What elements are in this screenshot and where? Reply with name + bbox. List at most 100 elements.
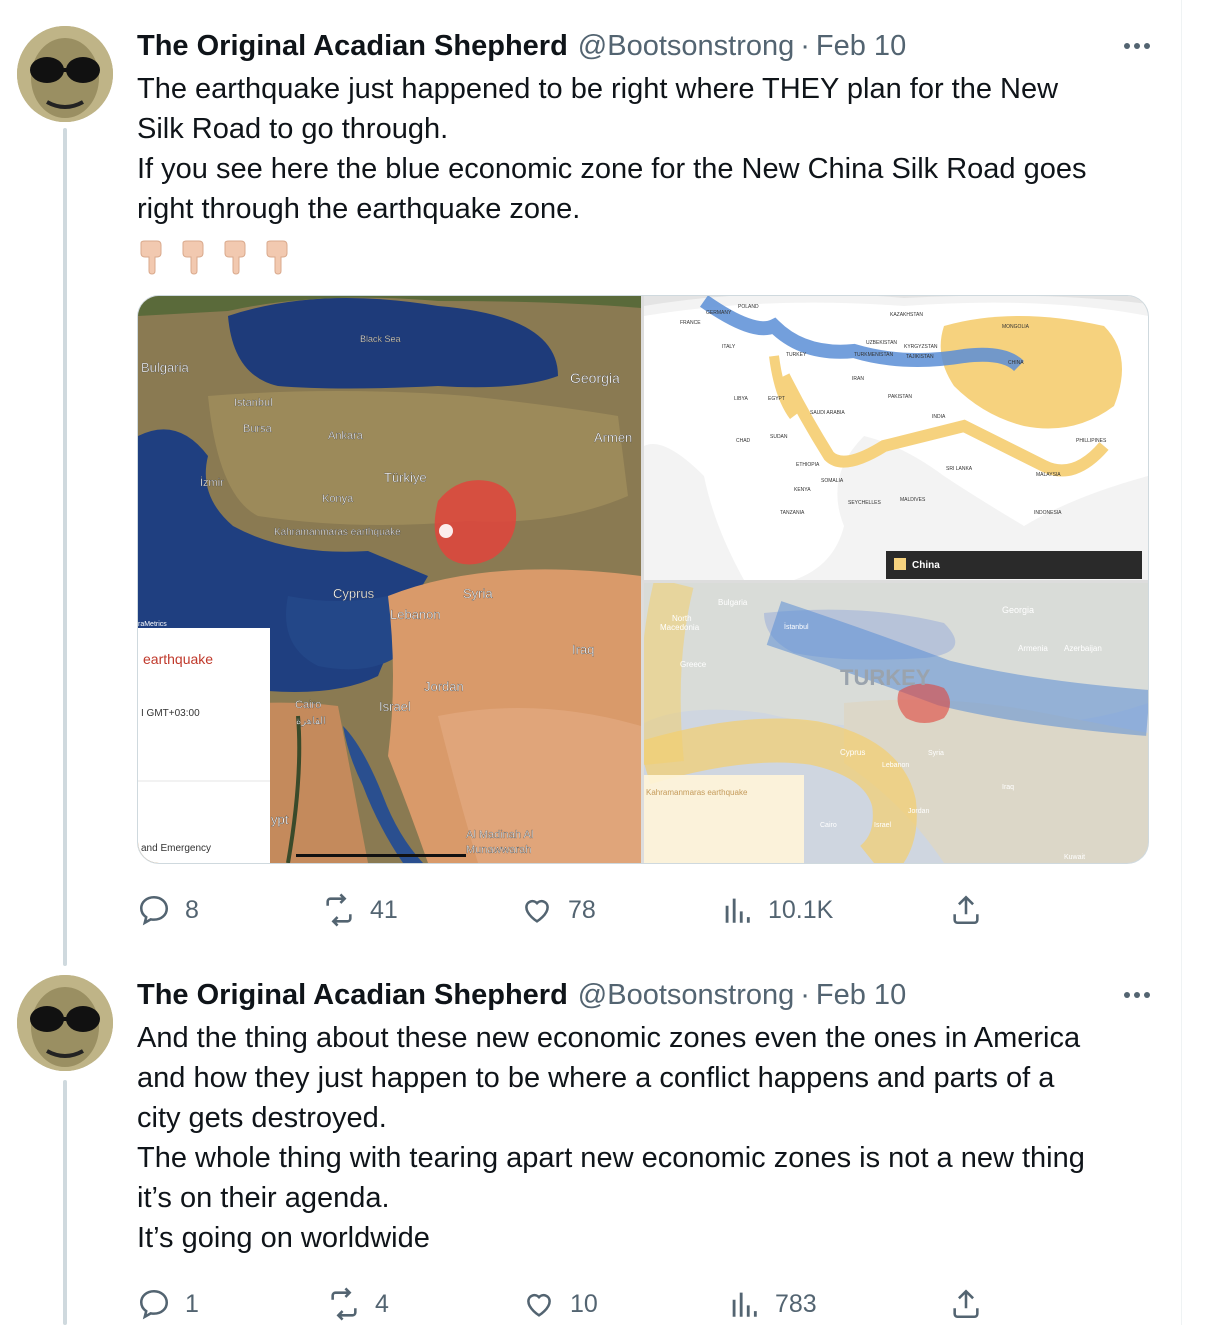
map-label: EGYPT	[768, 396, 785, 402]
avatar-image	[17, 26, 113, 122]
map-label: Israel	[874, 822, 892, 829]
map-label: Armenia	[1018, 644, 1048, 653]
tweet-text: The earthquake just happened to be right…	[137, 69, 1157, 229]
tweet-text-line: If you see here the blue economic zone f…	[137, 153, 1087, 185]
map-label: Syria	[463, 586, 493, 601]
tweet-text-line: right through the earthquake zone.	[137, 193, 581, 225]
map-label: Kahramanmaras earthquake	[646, 788, 748, 797]
retweet-button[interactable]: 4	[327, 1284, 389, 1324]
tweet-text-line: And the thing about these new economic z…	[137, 1022, 1081, 1054]
map-label: PHILLIPINES	[1076, 438, 1107, 444]
map-label: Konya	[322, 493, 354, 505]
tweet-date[interactable]: Feb 10	[816, 979, 906, 1012]
map-label: Bulgaria	[141, 360, 189, 375]
tweet-text-line: Silk Road to go through.	[137, 113, 449, 145]
share-icon	[953, 1289, 979, 1319]
map-label: I GMT+03:00	[141, 708, 200, 719]
map-label: Israel	[379, 699, 411, 714]
author-name[interactable]: The Original Acadian Shepherd	[137, 979, 568, 1012]
views-button[interactable]: 783	[727, 1284, 817, 1324]
map-label: Iraq	[572, 642, 594, 657]
map-label: Macedonia	[660, 623, 700, 632]
legend-label: China	[912, 560, 940, 571]
map-label: Cyprus	[333, 586, 375, 601]
point-down-icon	[266, 240, 288, 275]
more-options-icon[interactable]	[1117, 34, 1157, 58]
retweet-button[interactable]: 41	[322, 890, 398, 930]
tweet[interactable]: The Original Acadian Shepherd @Bootsonst…	[137, 975, 1157, 1258]
map-label: earthquake	[143, 651, 213, 667]
tweet-text-line: it’s on their agenda.	[137, 1182, 390, 1214]
reply-button[interactable]: 8	[137, 890, 199, 930]
silk-road-map-image[interactable]: China FRANCE GERMANY POLAND KAZAKHSTAN M…	[644, 296, 1148, 580]
tweet-actions: 1 4 10 783	[137, 1284, 997, 1324]
views-icon	[725, 898, 750, 923]
map-label: SUDAN	[770, 434, 788, 440]
map-label: TURKEY	[786, 352, 807, 358]
tweet-date[interactable]: Feb 10	[816, 30, 906, 63]
views-icon	[732, 1292, 757, 1317]
avatar[interactable]	[17, 26, 113, 122]
like-button[interactable]: 78	[520, 890, 596, 930]
map-label: ETHIOPIA	[796, 462, 820, 468]
views-count: 783	[775, 1289, 817, 1318]
like-count: 78	[568, 895, 596, 924]
point-down-icon	[182, 240, 204, 275]
author-name[interactable]: The Original Acadian Shepherd	[137, 30, 568, 63]
map-label: Cyprus	[840, 748, 865, 757]
heart-icon	[527, 1293, 551, 1317]
like-count: 10	[570, 1289, 598, 1318]
map-label: CHINA	[1008, 360, 1024, 366]
map-label: Iraq	[1002, 784, 1014, 791]
map-label: GERMANY	[706, 310, 732, 316]
author-handle[interactable]: @Bootsonstrong	[578, 30, 794, 63]
map-label: Ankara	[328, 430, 364, 442]
map-label: Bursa	[243, 423, 273, 435]
tweet[interactable]: The Original Acadian Shepherd @Bootsonst…	[137, 26, 1157, 277]
share-button[interactable]	[949, 1284, 997, 1324]
map-label: North	[672, 614, 692, 623]
map-label: KYRGYZSTAN	[904, 344, 938, 350]
emoji-row	[137, 237, 1157, 277]
tweet-media-grid[interactable]: raMetrics earthquake I GMT+03:00 and Eme…	[137, 295, 1149, 864]
retweet-icon	[331, 1287, 357, 1321]
map-label: Greece	[680, 660, 707, 669]
separator: ·	[800, 29, 810, 62]
like-button[interactable]: 10	[522, 1284, 598, 1324]
share-button[interactable]	[949, 890, 997, 930]
map-label: MALAYSIA	[1036, 472, 1061, 478]
overlay-map-image[interactable]: Bulgaria Georgia North Macedonia İstanbu…	[644, 583, 1148, 863]
map-label: INDONESIA	[1034, 510, 1062, 516]
satellite-map-image[interactable]: raMetrics earthquake I GMT+03:00 and Eme…	[138, 296, 641, 863]
map-label: Bulgaria	[718, 598, 748, 607]
reply-icon	[139, 1289, 169, 1320]
map-label: Al Madinah Al	[466, 829, 533, 841]
column-divider	[1181, 0, 1182, 1325]
author-handle[interactable]: @Bootsonstrong	[578, 979, 794, 1012]
avatar-image	[17, 975, 113, 1071]
map-label: SEYCHELLES	[848, 500, 881, 506]
map-label: UZBEKISTAN	[866, 340, 897, 346]
reply-button[interactable]: 1	[137, 1284, 199, 1324]
map-label: Cairo	[820, 822, 837, 829]
more-options-icon[interactable]	[1117, 983, 1157, 1007]
map-label: Kuwait	[1064, 854, 1085, 861]
map-label: Syria	[928, 750, 944, 757]
map-label: TANZANIA	[780, 510, 805, 516]
tweet-text-line: city gets destroyed.	[137, 1102, 387, 1134]
map-label: Istanbul	[234, 397, 273, 409]
tweet-header: The Original Acadian Shepherd @Bootsonst…	[137, 26, 1157, 66]
tweet-text-line: and how they just happen to be where a c…	[137, 1062, 1055, 1094]
point-down-icon	[140, 240, 162, 275]
map-label: TURKEY	[840, 665, 931, 690]
map-label: MONGOLIA	[1002, 324, 1030, 330]
map-label: KENYA	[794, 487, 811, 493]
tweet-text: And the thing about these new economic z…	[137, 1018, 1157, 1258]
retweet-icon	[326, 893, 352, 927]
retweet-count: 4	[375, 1289, 389, 1318]
tweet-header: The Original Acadian Shepherd @Bootsonst…	[137, 975, 1157, 1015]
avatar[interactable]	[17, 975, 113, 1071]
map-label: Kahramanmaras earthquake	[274, 527, 401, 538]
views-button[interactable]: 10.1K	[720, 890, 833, 930]
map-label: Lebanon	[390, 607, 441, 622]
